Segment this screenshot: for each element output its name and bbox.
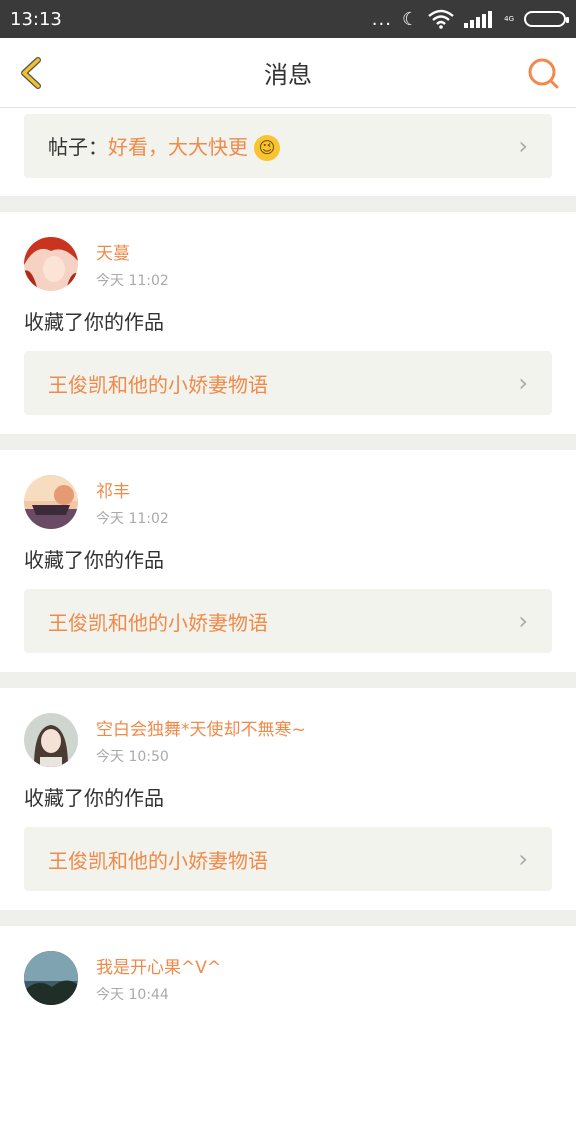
wifi-icon	[428, 9, 454, 29]
message-item: 空白会独舞*天使却不無寒~ 今天 10:50 收藏了你的作品 王俊凯和他的小娇妻…	[0, 688, 576, 910]
chevron-right-icon: ›	[518, 845, 528, 873]
avatar[interactable]	[24, 951, 78, 1005]
work-link[interactable]: 王俊凯和他的小娇妻物语 ›	[24, 827, 552, 891]
chevron-right-icon: ›	[518, 607, 528, 635]
action-text: 收藏了你的作品	[24, 310, 164, 334]
battery-icon	[524, 11, 569, 27]
avatar[interactable]	[24, 475, 78, 529]
message-item: 天蔓 今天 11:02 收藏了你的作品 王俊凯和他的小娇妻物语 ›	[0, 212, 576, 434]
work-title: 王俊凯和他的小娇妻物语	[48, 372, 268, 397]
status-bar: 13:13 ... ☾ 4G	[0, 0, 576, 38]
back-arrow-icon[interactable]	[16, 56, 50, 90]
username[interactable]: 祁丰	[96, 477, 169, 502]
avatar[interactable]	[24, 237, 78, 291]
work-title: 王俊凯和他的小娇妻物语	[48, 848, 268, 873]
work-link[interactable]: 王俊凯和他的小娇妻物语 ›	[24, 589, 552, 653]
search-icon[interactable]	[526, 56, 560, 90]
timestamp: 今天 11:02	[96, 272, 169, 289]
username[interactable]: 空白会独舞*天使却不無寒~	[96, 715, 306, 740]
moon-icon: ☾	[401, 8, 419, 30]
message-item: 祁丰 今天 11:02 收藏了你的作品 王俊凯和他的小娇妻物语 ›	[0, 450, 576, 672]
post-label: 帖子：	[48, 134, 108, 159]
work-link[interactable]: 王俊凯和他的小娇妻物语 ›	[24, 351, 552, 415]
post-link[interactable]: 帖子：好看，大大快更 😉 ›	[24, 114, 552, 178]
status-icons: ... ☾ 4G	[371, 8, 569, 30]
chevron-right-icon: ›	[518, 132, 528, 160]
message-item: 我是开心果^V^ 今天 10:44	[0, 926, 576, 1148]
app-header: 消息	[0, 38, 576, 108]
post-text: 帖子：好看，大大快更 😉	[48, 131, 280, 162]
chevron-right-icon: ›	[518, 369, 528, 397]
more-dots-icon: ...	[371, 8, 392, 30]
post-card: 帖子：好看，大大快更 😉 ›	[0, 108, 576, 196]
action-text: 收藏了你的作品	[24, 548, 164, 572]
wink-emoji-icon: 😉	[254, 135, 280, 162]
timestamp: 今天 10:50	[96, 748, 169, 765]
action-text: 收藏了你的作品	[24, 786, 164, 810]
signal-icon	[464, 11, 493, 28]
network-type: 4G	[504, 15, 514, 23]
avatar[interactable]	[24, 713, 78, 767]
timestamp: 今天 10:44	[96, 986, 169, 1003]
post-content: 好看，大大快更	[108, 134, 248, 159]
work-title: 王俊凯和他的小娇妻物语	[48, 610, 268, 635]
timestamp: 今天 11:02	[96, 510, 169, 527]
page-title: 消息	[264, 61, 312, 89]
username[interactable]: 天蔓	[96, 239, 169, 264]
username[interactable]: 我是开心果^V^	[96, 953, 221, 978]
status-time: 13:13	[10, 8, 62, 30]
